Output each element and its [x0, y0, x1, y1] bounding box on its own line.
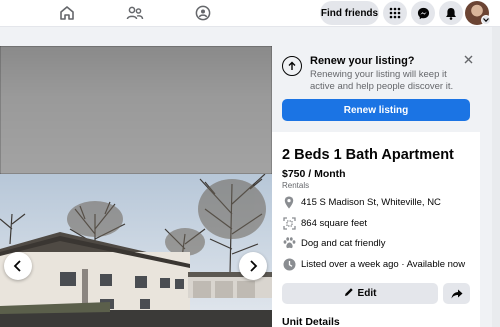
apartment-photo: [0, 174, 272, 327]
page-scrollbar-track[interactable]: [492, 27, 500, 327]
detail-listed: Listed over a week ago · Available now: [282, 257, 465, 271]
arrow-up-icon: [282, 56, 302, 76]
edit-label: Edit: [357, 288, 377, 299]
close-icon[interactable]: [461, 52, 475, 66]
top-navigation-bar: Find friends: [0, 0, 500, 27]
people-icon[interactable]: [124, 3, 146, 23]
renew-title: Renew your listing?: [310, 55, 415, 67]
messenger-icon[interactable]: [411, 1, 435, 25]
unit-details-heading: Unit Details: [282, 316, 340, 327]
listing-title: 2 Beds 1 Bath Apartment: [282, 147, 454, 163]
paw-icon: [282, 236, 296, 250]
listing-details-panel: Renew your listing? Renewing your listin…: [272, 46, 480, 327]
square-feet-icon: [282, 216, 296, 230]
listing-category[interactable]: Rentals: [282, 181, 309, 190]
listing-price: $750 / Month: [282, 168, 346, 180]
detail-size-text: 864 square feet: [301, 217, 368, 229]
chevron-right-icon[interactable]: [239, 252, 267, 280]
notifications-bell-icon[interactable]: [439, 1, 463, 25]
location-pin-icon: [282, 195, 296, 209]
renew-listing-prompt: Renew your listing? Renewing your listin…: [272, 46, 480, 132]
pencil-icon: [344, 287, 354, 300]
detail-size: 864 square feet: [282, 216, 367, 230]
blurred-photo-preview: [0, 46, 272, 174]
share-icon[interactable]: [443, 283, 470, 304]
detail-listed-text: Listed over a week ago · Available now: [301, 258, 466, 270]
detail-pets: Dog and cat friendly: [282, 236, 386, 250]
detail-pets-text: Dog and cat friendly: [301, 237, 386, 249]
home-icon[interactable]: [56, 3, 78, 23]
edit-button[interactable]: Edit: [282, 283, 438, 304]
groups-icon[interactable]: [192, 3, 214, 23]
listing-photo-gallery[interactable]: [0, 46, 272, 327]
detail-location-text: 415 S Madison St, Whiteville, NC: [301, 196, 441, 208]
clock-icon: [282, 257, 296, 271]
renew-listing-button[interactable]: Renew listing: [282, 99, 470, 121]
menu-grid-icon[interactable]: [383, 1, 407, 25]
detail-location: 415 S Madison St, Whiteville, NC: [282, 195, 441, 209]
chevron-left-icon[interactable]: [4, 252, 32, 280]
find-friends-button[interactable]: Find friends: [320, 1, 379, 25]
renew-description: Renewing your listing will keep it activ…: [310, 69, 454, 92]
chevron-down-icon[interactable]: [481, 15, 491, 25]
